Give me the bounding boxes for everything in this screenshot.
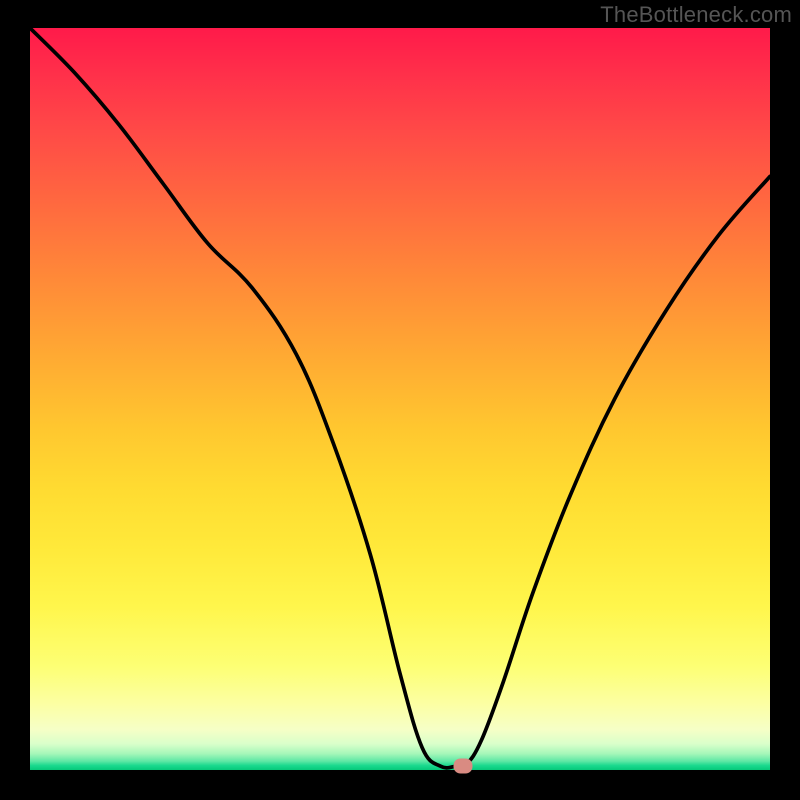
curve-layer [30,28,770,770]
chart-frame: TheBottleneck.com [0,0,800,800]
optimal-marker [453,758,472,773]
watermark-text: TheBottleneck.com [600,2,792,28]
plot-area [30,28,770,770]
bottleneck-curve [30,28,770,768]
